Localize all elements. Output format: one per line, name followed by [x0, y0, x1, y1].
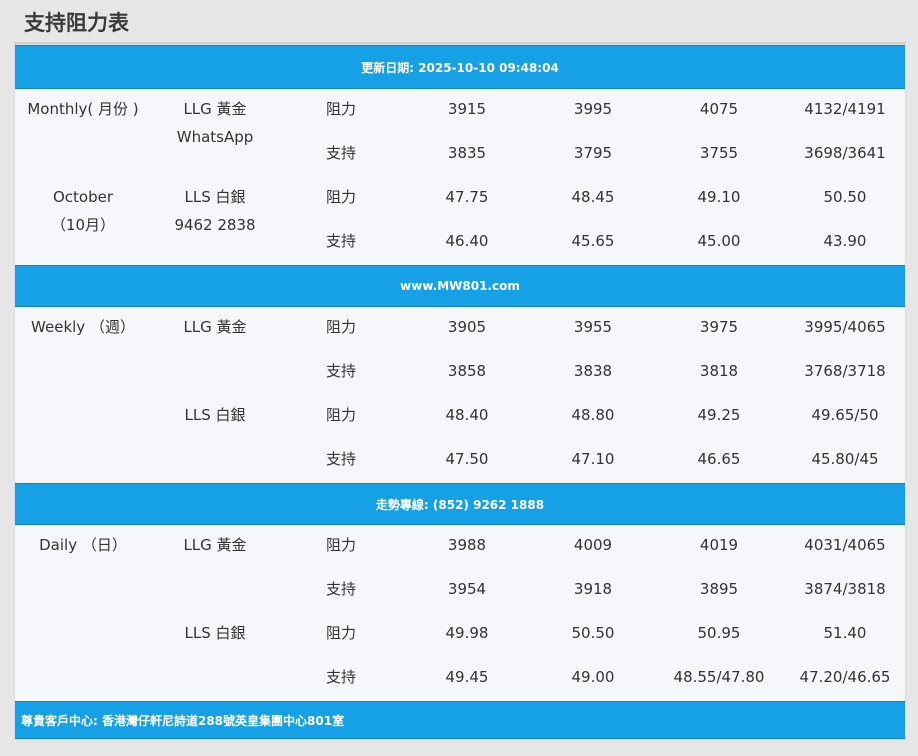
- value-cell: 45.00: [697, 232, 741, 250]
- address-text: 尊貴客戶中心: 香港灣仔軒尼詩道288號英皇集團中心801室: [21, 713, 345, 728]
- value-cell: 4031/4065: [804, 536, 886, 554]
- value-cell: 46.40: [445, 232, 489, 250]
- value-cell: 49.00: [571, 668, 615, 686]
- value-cell: 3995: [573, 100, 613, 118]
- monthly-section: Monthly( 月份 ) October （10月） LLG 黃金 Whats…: [15, 89, 905, 265]
- row-kind: 支持: [325, 144, 356, 162]
- row-kind: 支持: [325, 450, 356, 468]
- value-cell: 4009: [573, 536, 613, 554]
- value-cell: 43.90: [823, 232, 867, 250]
- monthly-period-label: Monthly( 月份 ): [27, 100, 139, 118]
- updated-date-bar: 更新日期: 2025-10-10 09:48:04: [15, 45, 905, 89]
- monthly-month-cn-label: （10月）: [50, 216, 116, 234]
- address-bar: 尊貴客戶中心: 香港灣仔軒尼詩道288號英皇集團中心801室: [15, 701, 905, 739]
- value-cell: 3818: [699, 362, 739, 380]
- page-title: 支持阻力表: [24, 11, 129, 35]
- value-cell: 3988: [447, 536, 487, 554]
- weekly-section: Weekly （週） LLG 黃金 LLS 白銀 阻力 3905 3955 39…: [15, 307, 905, 483]
- value-cell: 47.50: [445, 450, 489, 468]
- value-cell: 47.75: [445, 188, 489, 206]
- value-cell: 3955: [573, 318, 613, 336]
- value-cell: 3975: [699, 318, 739, 336]
- value-cell: 4075: [699, 100, 739, 118]
- monthly-gold-label: LLG 黃金: [183, 100, 247, 118]
- value-cell: 49.98: [445, 624, 489, 642]
- value-cell: 3954: [447, 580, 487, 598]
- row-kind: 支持: [325, 668, 356, 686]
- value-cell: 3905: [447, 318, 487, 336]
- value-cell: 3768/3718: [804, 362, 886, 380]
- weekly-period-label: Weekly （週）: [31, 318, 135, 336]
- value-cell: 50.50: [823, 188, 867, 206]
- row-kind: 支持: [325, 232, 356, 250]
- row-kind: 支持: [325, 580, 356, 598]
- monthly-silver-label: LLS 白銀: [184, 188, 246, 206]
- value-cell: 47.20/46.65: [799, 668, 891, 686]
- weekly-gold-label: LLG 黃金: [183, 318, 247, 336]
- row-kind: 阻力: [325, 536, 356, 554]
- value-cell: 3874/3818: [804, 580, 886, 598]
- support-resistance-table: 更新日期: 2025-10-10 09:48:04 Monthly( 月份 ) …: [14, 44, 906, 740]
- value-cell: 3995/4065: [804, 318, 886, 336]
- value-cell: 49.45: [445, 668, 489, 686]
- row-kind: 阻力: [325, 188, 356, 206]
- whatsapp-label: WhatsApp: [176, 128, 254, 146]
- value-cell: 3698/3641: [804, 144, 886, 162]
- value-cell: 51.40: [823, 624, 867, 642]
- row-kind: 阻力: [325, 318, 356, 336]
- row-kind: 支持: [325, 362, 356, 380]
- value-cell: 46.65: [697, 450, 741, 468]
- value-cell: 47.10: [571, 450, 615, 468]
- value-cell: 3838: [573, 362, 613, 380]
- value-cell: 49.25: [697, 406, 741, 424]
- value-cell: 3755: [699, 144, 739, 162]
- row-kind: 阻力: [325, 624, 356, 642]
- value-cell: 45.80/45: [811, 450, 879, 468]
- daily-gold-label: LLG 黃金: [183, 536, 247, 554]
- row-kind: 阻力: [325, 406, 356, 424]
- monthly-month-label: October: [52, 188, 114, 206]
- value-cell: 50.50: [571, 624, 615, 642]
- updated-date-text: 更新日期: 2025-10-10 09:48:04: [361, 60, 559, 75]
- hotline-bar: 走勢專線: (852) 9262 1888: [15, 483, 905, 525]
- website-link[interactable]: www.MW801.com: [400, 279, 520, 293]
- value-cell: 49.10: [697, 188, 741, 206]
- value-cell: 4019: [699, 536, 739, 554]
- value-cell: 3895: [699, 580, 739, 598]
- value-cell: 3918: [573, 580, 613, 598]
- value-cell: 45.65: [571, 232, 615, 250]
- website-bar: www.MW801.com: [15, 265, 905, 307]
- value-cell: 49.65/50: [811, 406, 879, 424]
- daily-silver-label: LLS 白銀: [184, 624, 246, 642]
- value-cell: 3915: [447, 100, 487, 118]
- row-kind: 阻力: [325, 100, 356, 118]
- whatsapp-number: 9462 2838: [174, 216, 256, 234]
- value-cell: 3795: [573, 144, 613, 162]
- value-cell: 48.40: [445, 406, 489, 424]
- value-cell: 4132/4191: [804, 100, 886, 118]
- daily-section: Daily （日） LLG 黃金 LLS 白銀 阻力 3988 4009 401…: [15, 525, 905, 701]
- value-cell: 3858: [447, 362, 487, 380]
- value-cell: 48.55/47.80: [673, 668, 765, 686]
- value-cell: 48.45: [571, 188, 615, 206]
- hotline-text: 走勢專線: (852) 9262 1888: [375, 497, 545, 512]
- value-cell: 48.80: [571, 406, 615, 424]
- weekly-silver-label: LLS 白銀: [184, 406, 246, 424]
- value-cell: 50.95: [697, 624, 741, 642]
- daily-period-label: Daily （日）: [39, 536, 127, 554]
- value-cell: 3835: [447, 144, 487, 162]
